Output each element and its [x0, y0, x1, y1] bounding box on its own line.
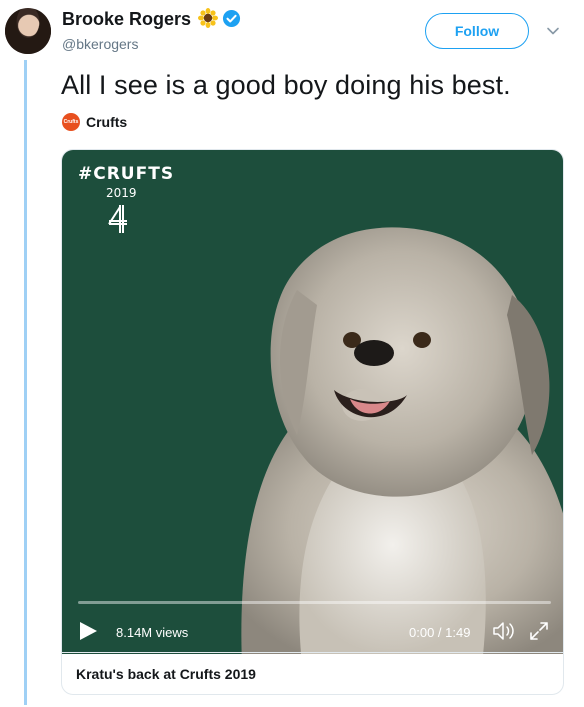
chevron-down-icon[interactable] [546, 24, 560, 38]
video-title[interactable]: Kratu's back at Crufts 2019 [62, 652, 563, 694]
crufts-hashtag: #CRUFTS [78, 164, 175, 184]
channel-4-logo [108, 205, 127, 233]
follow-button[interactable]: Follow [425, 13, 529, 49]
fullscreen-icon[interactable] [529, 621, 549, 641]
crufts-logo: Crufts [62, 113, 80, 131]
tweet-text: All I see is a good boy doing his best. [61, 70, 511, 100]
user-handle[interactable]: @bkerogers [62, 36, 138, 52]
video-time: 0:00 / 1:49 [409, 625, 471, 640]
avatar[interactable] [5, 8, 51, 54]
volume-icon[interactable] [492, 620, 516, 642]
verified-badge-icon [222, 9, 241, 28]
video-progress-bar[interactable] [78, 601, 551, 604]
sunflower-icon [198, 8, 218, 28]
play-icon[interactable] [77, 620, 99, 642]
thread-line [24, 60, 27, 705]
source-name[interactable]: Crufts [86, 114, 127, 130]
user-name[interactable]: Brooke Rogers [62, 9, 191, 30]
view-count: 8.14M views [116, 625, 189, 640]
media-source[interactable]: Crufts Crufts [62, 113, 127, 131]
video-player[interactable]: #CRUFTS 2019 8.14M views 0:00 / 1:49 [62, 150, 563, 654]
crufts-year: 2019 [106, 186, 137, 200]
dog-image [241, 227, 563, 654]
video-card[interactable]: #CRUFTS 2019 8.14M views 0:00 / 1:49 Kra… [61, 149, 564, 695]
